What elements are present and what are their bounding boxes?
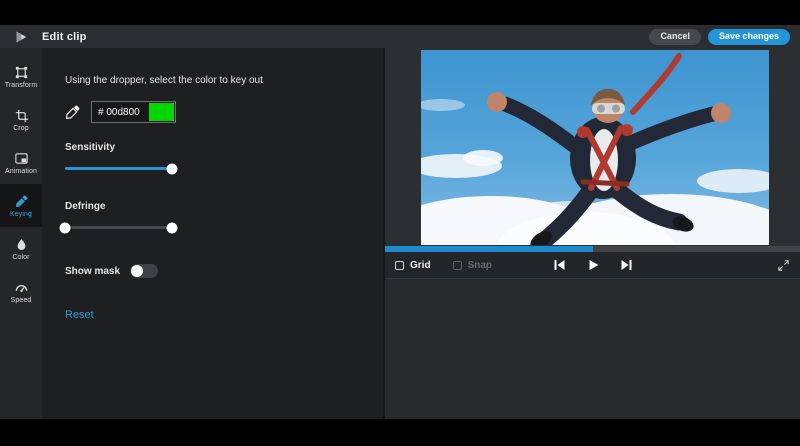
snap-checkbox-group[interactable]: Snap [453,260,492,271]
play-icon [587,259,599,271]
editor-background [385,278,800,419]
header-bar: Edit clip Cancel Save changes [0,25,800,48]
preview-pane: Grid Snap [383,48,800,419]
sidebar-label-speed: Speed [11,297,32,304]
key-color-input[interactable] [92,107,148,118]
sidebar-label-animation: Animation [5,168,37,175]
app-logo-icon [14,30,28,44]
preview-canvas [385,48,800,246]
sidebar-label-crop: Crop [13,125,29,132]
sensitivity-label: Sensitivity [65,142,363,153]
sensitivity-slider[interactable] [65,163,172,174]
skip-end-icon [621,259,633,271]
expand-icon [777,259,790,272]
skip-end-button[interactable] [621,259,633,271]
tools-sidebar: Transform Crop Animation [0,48,42,419]
sidebar-item-transform[interactable]: Transform [0,55,42,98]
grid-checkbox-group[interactable]: Grid [395,260,431,271]
color-droplet-icon [14,237,29,252]
sidebar-label-color: Color [12,254,29,261]
sidebar-item-keying[interactable]: Keying [0,184,42,227]
sidebar-item-color[interactable]: Color [0,227,42,270]
transform-icon [14,65,29,80]
snap-label: Snap [468,260,492,271]
defringe-label: Defringe [65,201,363,212]
preview-toolbar: Grid Snap [385,252,800,278]
edit-clip-window: Edit clip Cancel Save changes Transform [0,0,800,446]
grid-checkbox [395,261,404,270]
defringe-slider-handle-low[interactable] [60,222,71,233]
key-color-row [65,101,363,123]
speed-gauge-icon [14,280,29,295]
sidebar-label-keying: Keying [10,211,32,218]
cancel-button[interactable]: Cancel [649,29,701,45]
keying-instruction-text: Using the dropper, select the color to k… [65,75,363,86]
eyedropper-icon [65,104,81,120]
save-changes-button[interactable]: Save changes [708,29,790,45]
defringe-slider-handle-high[interactable] [167,222,178,233]
grid-label: Grid [410,260,431,271]
key-color-swatch[interactable] [149,103,174,121]
animation-icon [14,151,29,166]
sensitivity-slider-fill [65,167,172,170]
transport-controls [553,259,633,271]
show-mask-label: Show mask [65,266,120,277]
keying-icon [14,194,29,209]
video-frame-skydiver[interactable] [421,50,769,245]
page-title: Edit clip [42,31,87,43]
skip-start-button[interactable] [553,259,565,271]
toggle-knob [131,265,143,277]
fullscreen-button[interactable] [777,259,790,272]
defringe-slider-track[interactable] [65,226,172,229]
sidebar-item-animation[interactable]: Animation [0,141,42,184]
reset-link[interactable]: Reset [65,309,94,321]
sidebar-item-speed[interactable]: Speed [0,270,42,313]
defringe-slider[interactable] [65,222,172,233]
skip-start-icon [553,259,565,271]
crop-icon [14,108,29,123]
content-area: Transform Crop Animation [0,48,800,419]
play-button[interactable] [587,259,599,271]
key-color-field [91,101,176,123]
sidebar-item-crop[interactable]: Crop [0,98,42,141]
keying-panel: Using the dropper, select the color to k… [42,48,383,419]
show-mask-toggle[interactable] [130,264,158,278]
show-mask-row: Show mask [65,264,363,278]
sidebar-label-transform: Transform [5,82,38,89]
eyedropper-button[interactable] [65,104,81,120]
snap-checkbox [453,261,462,270]
sensitivity-slider-handle[interactable] [167,163,178,174]
